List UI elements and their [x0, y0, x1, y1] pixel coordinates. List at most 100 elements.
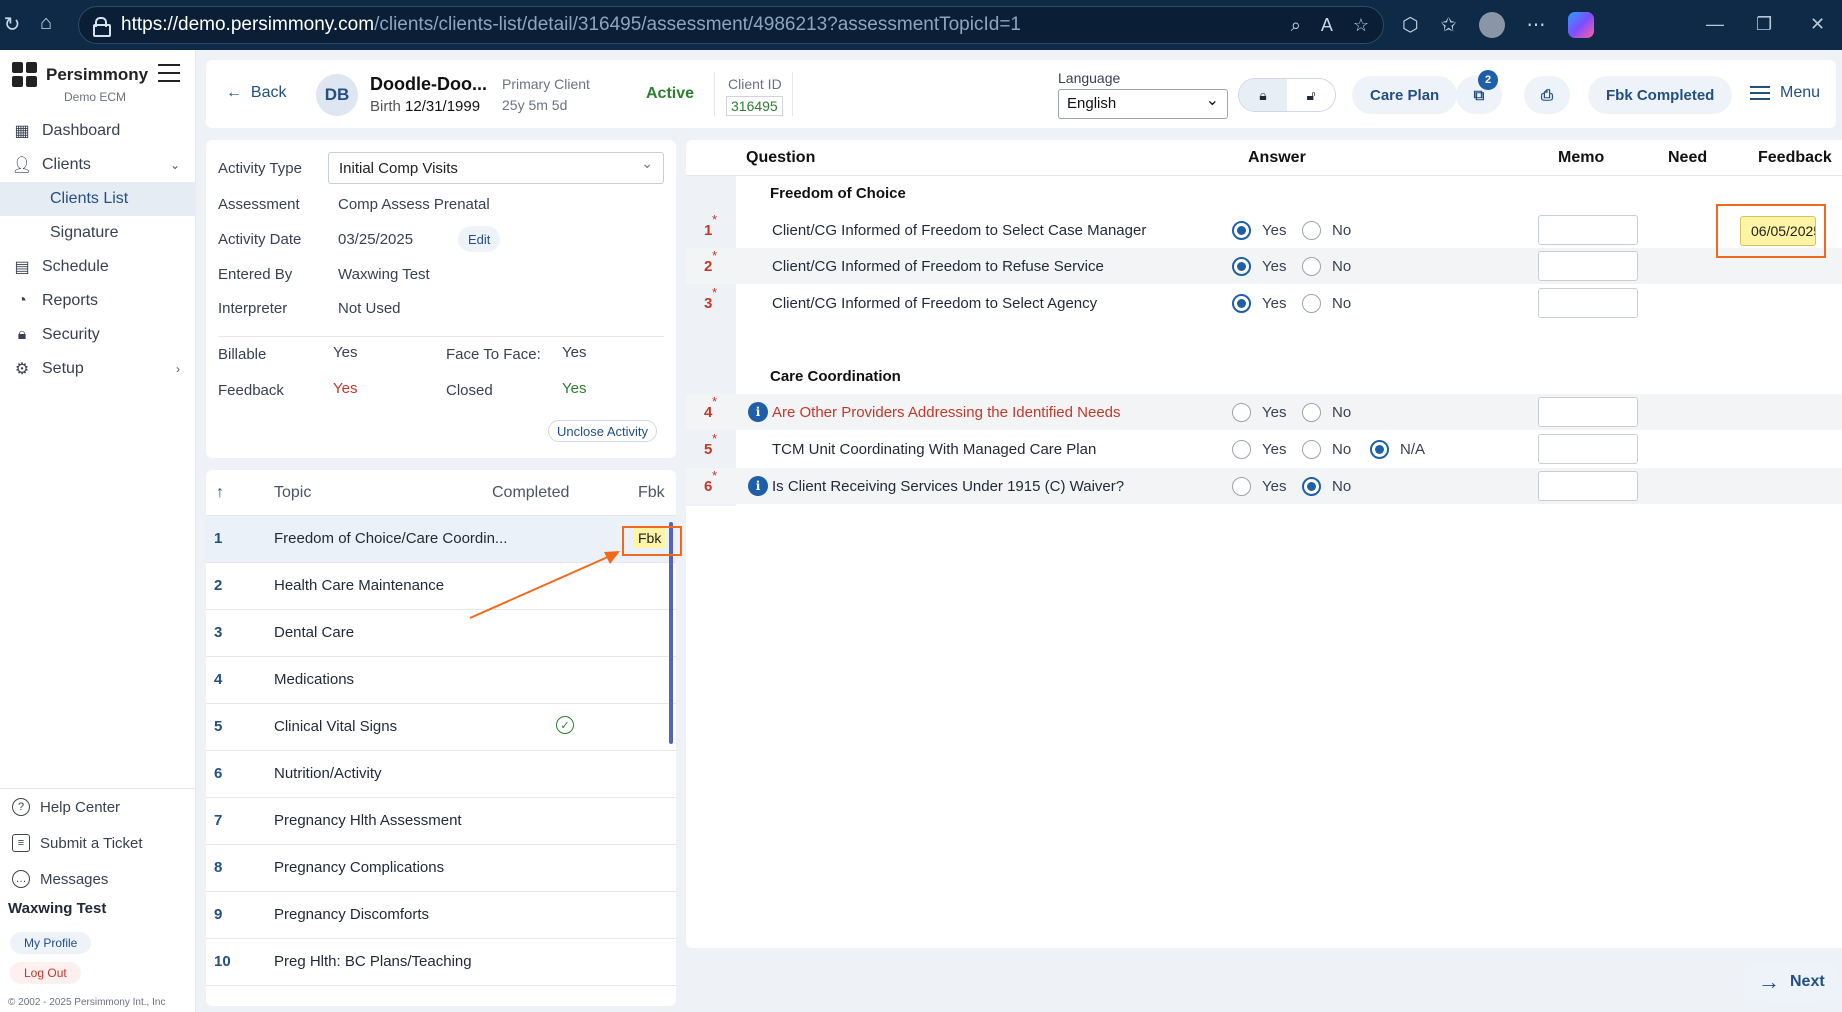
next-button[interactable]: → Next: [1742, 962, 1841, 1002]
feedback-label: Feedback: [218, 382, 284, 399]
answer-no-radio[interactable]: [1302, 403, 1321, 422]
language-select[interactable]: English: [1058, 89, 1228, 119]
print-button[interactable]: ⎙: [1524, 76, 1570, 114]
topic-row[interactable]: 10 Preg Hlth: BC Plans/Teaching: [206, 939, 676, 986]
printer-icon: ⎙: [1540, 86, 1553, 104]
closed-label: Closed: [446, 382, 493, 399]
memo-input[interactable]: [1538, 434, 1638, 464]
info-icon[interactable]: i: [748, 476, 768, 496]
edit-date-button[interactable]: Edit: [458, 226, 501, 252]
nav-schedule[interactable]: ▤ Schedule: [0, 250, 196, 284]
zoom-icon[interactable]: ⌕: [1291, 15, 1301, 36]
memo-column-header: Memo: [1558, 149, 1605, 166]
topic-row[interactable]: 8 Pregnancy Complications: [206, 845, 676, 892]
back-button[interactable]: ← Back: [226, 84, 286, 102]
nav-reports[interactable]: ◔ Reports: [0, 284, 196, 318]
hamburger-icon[interactable]: [158, 64, 180, 82]
memo-input[interactable]: [1538, 397, 1638, 427]
arrow-left-icon: ←: [226, 84, 251, 101]
info-icon[interactable]: i: [748, 402, 768, 422]
menu-button[interactable]: Menu: [1750, 84, 1820, 102]
answer-yes-radio[interactable]: [1232, 221, 1251, 240]
memo-input[interactable]: [1538, 215, 1638, 245]
activity-date-label: Activity Date: [218, 231, 302, 248]
nav-clients[interactable]: 👤︎ Clients ⌄: [0, 148, 196, 182]
my-profile-button[interactable]: My Profile: [10, 932, 92, 954]
lock-open-icon[interactable]: 🔓︎: [1287, 79, 1335, 111]
home-icon[interactable]: ⌂: [28, 12, 64, 35]
sort-up-icon[interactable]: ↑: [216, 484, 224, 502]
answer-yes-radio[interactable]: [1232, 403, 1251, 422]
face-to-face-label: Face To Face:: [446, 346, 541, 363]
address-bar[interactable]: https://demo.persimmony.com/clients/clie…: [78, 6, 1384, 44]
log-out-button[interactable]: Log Out: [10, 962, 81, 984]
answer-yes-radio[interactable]: [1232, 440, 1251, 459]
topic-row[interactable]: 7 Pregnancy Hlth Assessment: [206, 798, 676, 845]
copilot-icon[interactable]: [1567, 12, 1594, 38]
unclose-activity-button[interactable]: Unclose Activity: [548, 420, 658, 442]
read-aloud-icon[interactable]: A: [1321, 15, 1333, 36]
activity-type-label: Activity Type: [218, 160, 302, 177]
arrow-right-icon: →: [1758, 969, 1780, 994]
submit-ticket-link[interactable]: ≡ Submit a Ticket: [12, 834, 143, 852]
fbk-completed-button[interactable]: Fbk Completed: [1588, 76, 1733, 114]
answer-no-radio[interactable]: [1302, 440, 1321, 459]
sidebar: Persimmony Demo ECM ▦ Dashboard 👤︎ Clients…: [0, 50, 196, 1012]
answer-yes-radio[interactable]: [1232, 257, 1251, 276]
client-header: ← Back DB Doodle-Doo... Birth 12/31/1999…: [206, 60, 1836, 128]
assessment-label: Assessment: [218, 196, 300, 213]
restore-icon[interactable]: ❐: [1756, 14, 1772, 35]
profile-avatar-icon[interactable]: [1478, 12, 1505, 38]
annotation-highlight-fbk: [622, 526, 682, 556]
messages-link[interactable]: … Messages: [12, 870, 108, 888]
header-divider: [714, 72, 715, 116]
nav-security[interactable]: 🔒︎ Security: [0, 318, 196, 352]
nav-signature[interactable]: Signature: [0, 216, 196, 250]
topic-row[interactable]: 9 Pregnancy Discomforts: [206, 892, 676, 939]
copy-button[interactable]: ⧉ 2: [1456, 70, 1502, 114]
nav-dashboard[interactable]: ▦ Dashboard: [0, 114, 196, 148]
feedback-column-header: Feedback: [1758, 149, 1832, 166]
answer-na-radio[interactable]: [1370, 440, 1389, 459]
header-divider: [792, 72, 793, 116]
client-name[interactable]: Doodle-Doo...: [370, 74, 487, 95]
memo-input[interactable]: [1538, 251, 1638, 281]
refresh-icon[interactable]: ↻: [0, 12, 30, 37]
answer-no-radio[interactable]: [1302, 477, 1321, 496]
lock-toggle[interactable]: 🔒︎ 🔓︎: [1238, 78, 1336, 112]
extensions-icon[interactable]: ⬡: [1402, 14, 1419, 37]
answer-yes-radio[interactable]: [1232, 294, 1251, 313]
nav-setup[interactable]: ⚙ Setup ›: [0, 352, 196, 386]
memo-input[interactable]: [1538, 471, 1638, 501]
favorites-icon[interactable]: ✩: [1441, 14, 1457, 37]
face-to-face-value: Yes: [562, 344, 587, 361]
annotation-highlight-feedback: [1716, 204, 1826, 258]
nav-clients-list[interactable]: Clients List: [0, 182, 196, 216]
topic-row[interactable]: 6 Nutrition/Activity: [206, 751, 676, 798]
close-window-icon[interactable]: ✕: [1810, 14, 1825, 35]
minimize-icon[interactable]: —: [1706, 14, 1724, 35]
brand-name: Persimmony: [46, 65, 149, 84]
care-plan-button[interactable]: Care Plan: [1352, 76, 1458, 114]
chevron-right-icon: ›: [176, 362, 180, 376]
url-text: https://demo.persimmony.com/clients/clie…: [121, 14, 1021, 35]
answer-yes-radio[interactable]: [1232, 477, 1251, 496]
memo-input[interactable]: [1538, 288, 1638, 318]
brand-logo[interactable]: Persimmony: [12, 62, 148, 88]
favorite-star-icon[interactable]: ☆: [1353, 15, 1369, 36]
lock-closed-icon[interactable]: 🔒︎: [1239, 79, 1287, 111]
topic-row[interactable]: 4 Medications: [206, 657, 676, 704]
required-marker: *: [712, 468, 718, 483]
completed-column-header: Completed: [492, 484, 570, 501]
required-marker: *: [712, 248, 718, 263]
help-center-link[interactable]: ? Help Center: [12, 798, 120, 816]
topic-row[interactable]: 5 Clinical Vital Signs ✓: [206, 704, 676, 751]
client-role: Primary Client: [502, 76, 590, 92]
more-icon[interactable]: ⋯: [1527, 14, 1546, 37]
activity-type-select[interactable]: Initial Comp Visits: [328, 152, 664, 184]
answer-no-radio[interactable]: [1302, 294, 1321, 313]
help-icon: ?: [12, 798, 30, 816]
answer-no-radio[interactable]: [1302, 221, 1321, 240]
closed-value: Yes: [562, 380, 587, 397]
answer-no-radio[interactable]: [1302, 257, 1321, 276]
